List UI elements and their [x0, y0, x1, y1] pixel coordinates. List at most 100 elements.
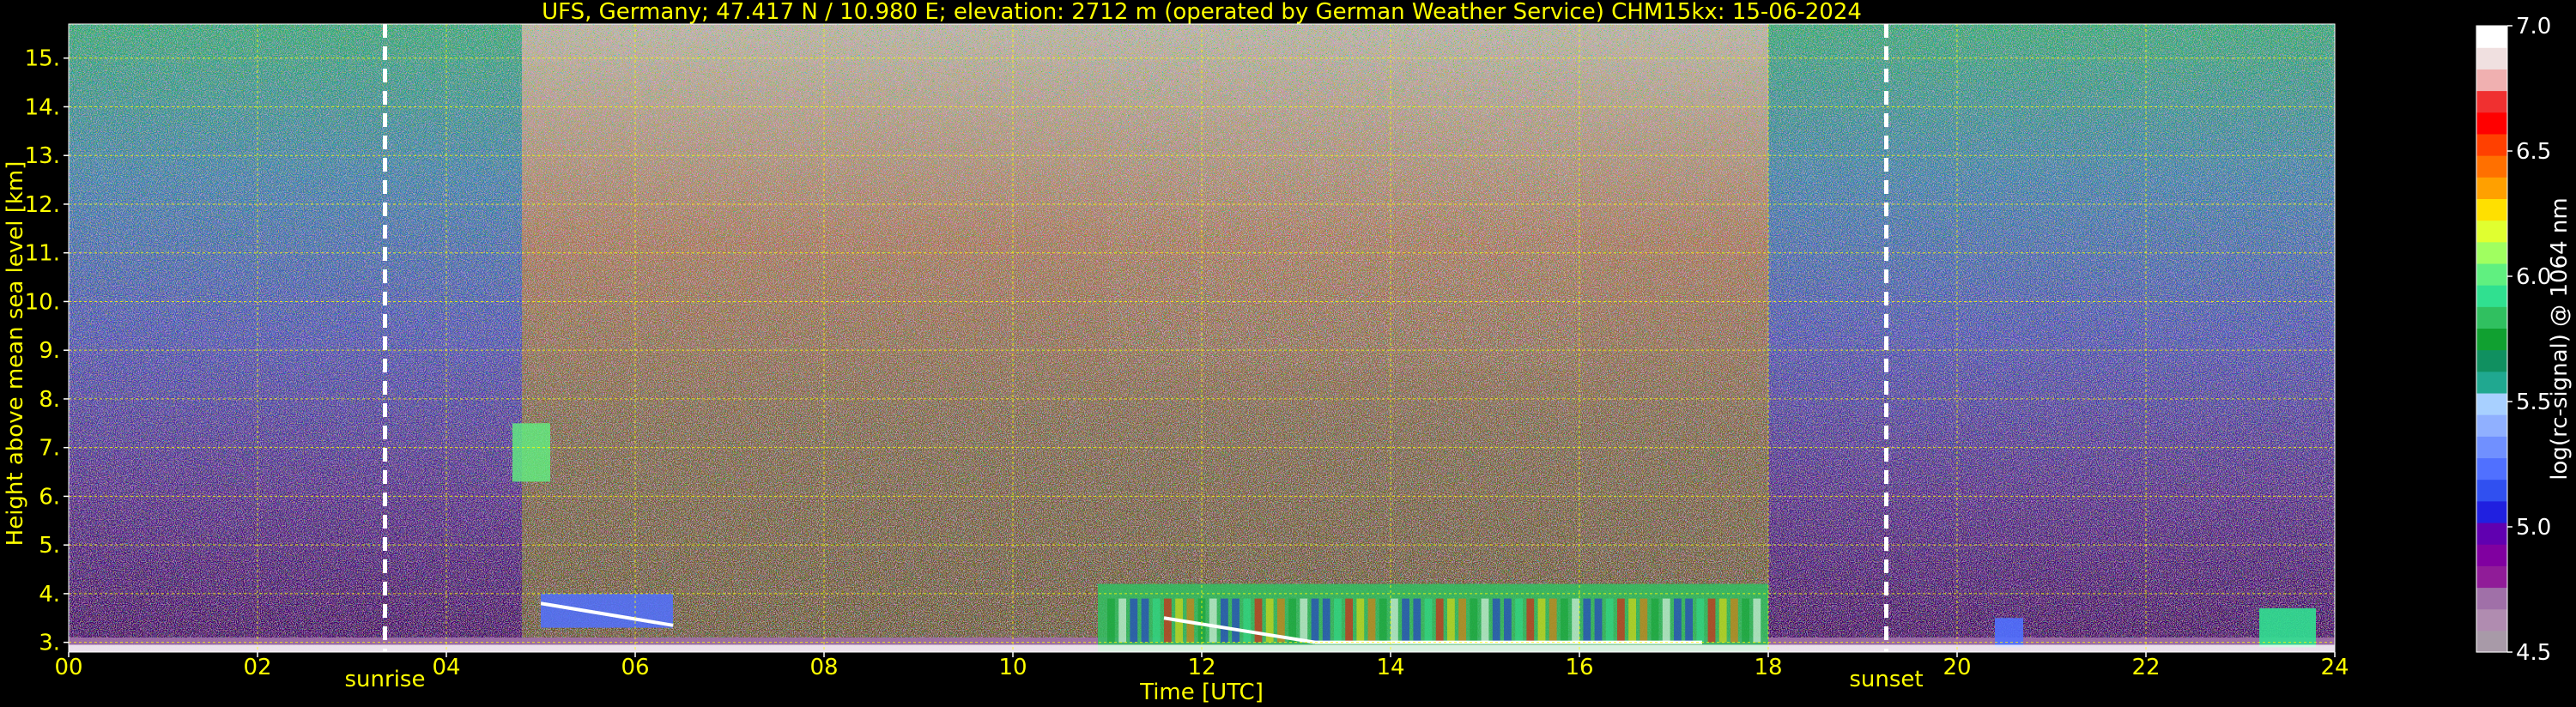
cloud-strip	[1402, 598, 1409, 643]
cloud-strip	[1696, 598, 1705, 643]
colorbar-ticks: 4.55.05.56.06.57.0	[2507, 14, 2551, 666]
cloud-strip	[1526, 598, 1535, 643]
y-tick-label: 11.	[25, 241, 60, 267]
cloud-strip	[1356, 598, 1365, 643]
colorbar-segment	[2476, 414, 2507, 437]
colorbar-segment	[2476, 371, 2507, 394]
colorbar-segment	[2476, 457, 2507, 480]
sunset-label: sunset	[1849, 667, 1923, 692]
y-tick-label: 13.	[25, 143, 60, 169]
y-tick-label: 12.	[25, 192, 60, 218]
cloud-strip	[1481, 598, 1489, 643]
cloud-strip	[1300, 598, 1308, 643]
cloud-strip	[1617, 598, 1625, 643]
cloud-strip	[1572, 598, 1579, 643]
cloud-strip	[1118, 598, 1126, 643]
cloud-strip	[1232, 598, 1240, 643]
y-axis-ticks: 3. 4. 5. 6. 7. 8. 9. 10. 11. 12. 13. 14. 15.	[25, 46, 69, 656]
x-axis-label: Time [UTC]	[1139, 680, 1264, 705]
sun-annotation-labels: sunrise sunset	[345, 667, 1924, 692]
cloud-strip	[1367, 598, 1376, 643]
cloud-strip	[1152, 598, 1161, 643]
y-tick-label: 10.	[25, 289, 60, 315]
cloud-strip	[1424, 598, 1433, 643]
cloud-strip	[1197, 598, 1206, 643]
cloud-strip	[1662, 598, 1670, 643]
colorbar-segment	[2476, 26, 2507, 48]
x-tick-label: 24	[2320, 655, 2349, 680]
cloud-strip	[1413, 598, 1421, 643]
x-tick-label: 08	[809, 655, 838, 680]
colorbar-segment	[2476, 436, 2507, 459]
cloud-strip	[1685, 598, 1693, 643]
cloud-strip	[1391, 598, 1398, 643]
x-tick-label: 22	[2131, 655, 2160, 680]
cloud-strip	[1221, 598, 1228, 643]
y-tick-label: 9.	[39, 338, 60, 364]
y-tick-label: 5.	[39, 533, 60, 559]
x-tick-label: 10	[998, 655, 1027, 680]
colorbar-segment	[2476, 155, 2507, 178]
colorbar-segment	[2476, 608, 2507, 631]
colorbar-segment	[2476, 565, 2507, 589]
cloud-strip	[1730, 598, 1738, 643]
cloud-strip	[1209, 598, 1217, 643]
cloud-strip	[1594, 598, 1603, 643]
cloud-strip	[1288, 598, 1296, 643]
cloud-strip	[1628, 598, 1636, 643]
x-tick-label: 00	[54, 655, 82, 680]
cloud-strip	[1254, 598, 1263, 643]
colorbar-tick-label: 6.5	[2516, 139, 2551, 165]
cloud-strip	[1561, 598, 1568, 643]
cloud-strip	[1334, 598, 1342, 643]
colorbar-tick-label: 4.5	[2516, 640, 2551, 666]
cloud-strip	[1605, 598, 1614, 643]
feature-late-evening-cloud	[2259, 607, 2316, 648]
x-tick-label: 02	[243, 655, 271, 680]
cloud-strip	[1311, 598, 1319, 643]
cloud-strip	[1707, 598, 1716, 643]
colorbar-segment	[2476, 90, 2507, 113]
colorbar-tick-label: 5.0	[2516, 515, 2551, 541]
cloud-strip	[1458, 598, 1466, 643]
colorbar-segment	[2476, 133, 2507, 156]
feature-aerosol-streak	[512, 423, 550, 482]
cloud-strip	[1515, 598, 1523, 643]
colorbar-segment	[2476, 241, 2507, 264]
colorbar-segment	[2476, 285, 2507, 307]
cloud-strip	[1674, 598, 1682, 643]
cloud-strip	[1504, 598, 1512, 643]
cloud-strip	[1742, 598, 1749, 643]
x-tick-label: 12	[1187, 655, 1215, 680]
y-tick-label: 15.	[25, 46, 60, 72]
cloud-strip	[1718, 598, 1727, 643]
y-tick-label: 6.	[39, 484, 60, 510]
x-tick-label: 20	[1943, 655, 1971, 680]
colorbar-tick-label: 7.0	[2516, 14, 2551, 39]
x-tick-label: 04	[432, 655, 460, 680]
x-tick-label: 16	[1565, 655, 1593, 680]
colorbar-segment	[2476, 177, 2507, 199]
y-tick-label: 8.	[39, 387, 60, 413]
cloud-strip	[1651, 598, 1659, 643]
x-tick-label: 14	[1376, 655, 1404, 680]
colorbar-segment	[2476, 500, 2507, 523]
chart-title: UFS, Germany; 47.417 N / 10.980 E; eleva…	[542, 0, 1862, 25]
colorbar-segment	[2476, 112, 2507, 135]
cloud-strip	[1345, 598, 1353, 643]
plot-area	[68, 23, 2336, 653]
cloud-strip	[1537, 598, 1546, 643]
cloud-strip	[1130, 598, 1138, 643]
cloud-strip	[1379, 598, 1387, 643]
colorbar-segment	[2476, 306, 2507, 329]
ceilometer-chart: 00 02 04 06 08 10 12 14 16 18 20 22 24 3. 4. 5. 6. 7. 8. 9…	[3, 0, 2573, 705]
y-tick-label: 14.	[25, 94, 60, 120]
colorbar-segment	[2476, 69, 2507, 92]
colorbar	[2476, 25, 2508, 653]
cloud-strip	[1640, 598, 1648, 643]
colorbar-segment	[2476, 479, 2507, 502]
cloud-strip	[1141, 598, 1149, 643]
cloud-strip	[1549, 598, 1557, 643]
cloud-strip	[1107, 598, 1115, 643]
colorbar-segment	[2476, 587, 2507, 610]
